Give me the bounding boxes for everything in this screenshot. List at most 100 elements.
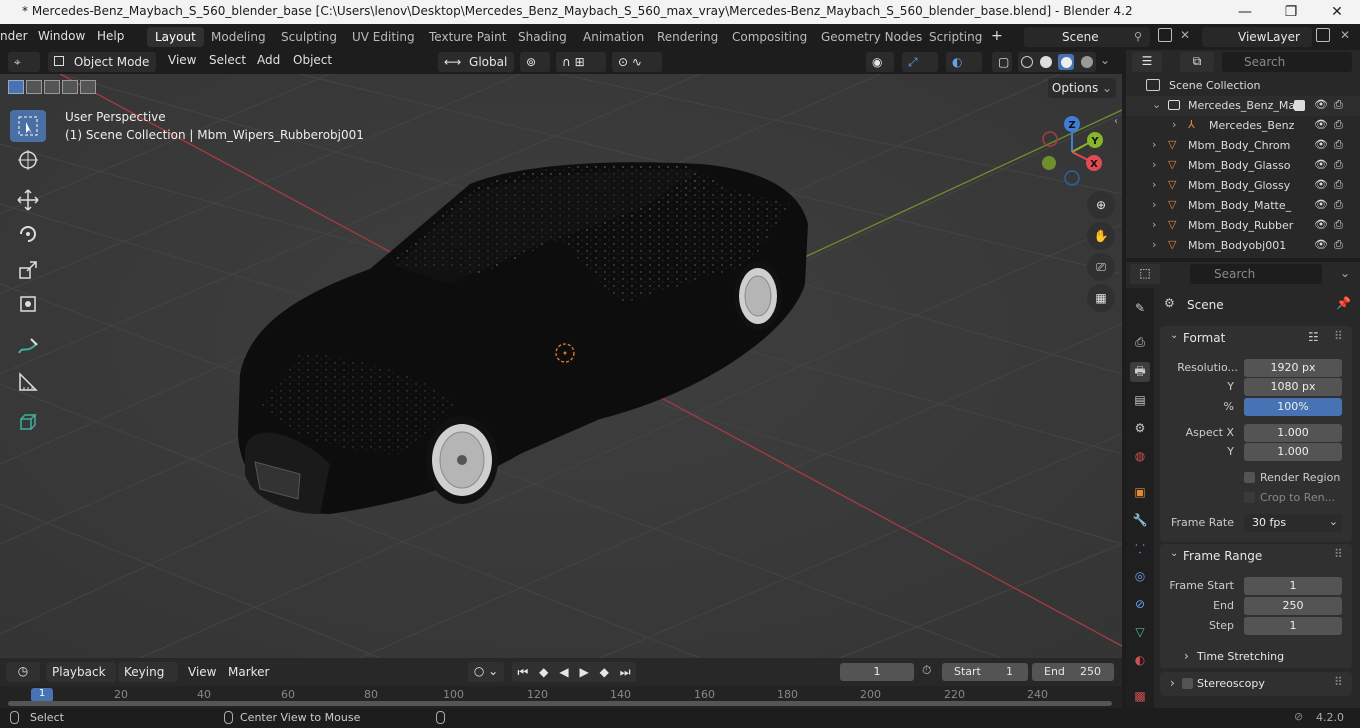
camera-icon[interactable]: ⎙ xyxy=(1334,218,1343,232)
outliner-row-mesh[interactable]: › ▽ Mbm_Body_Rubber 👁 ⎙ xyxy=(1126,216,1360,236)
transform-tool[interactable] xyxy=(10,288,46,320)
tab-animation[interactable]: Animation xyxy=(575,27,652,47)
stopwatch-icon[interactable]: ⏱ xyxy=(922,663,931,678)
tab-texture-paint[interactable]: Texture Paint xyxy=(421,27,514,47)
select-subtract-icon[interactable] xyxy=(44,80,60,94)
minimize-button[interactable]: — xyxy=(1222,0,1268,24)
end-frame-field[interactable]: End 250 xyxy=(1032,663,1114,681)
tab-sculpting[interactable]: Sculpting xyxy=(273,27,345,47)
snap-toggle[interactable]: ∩ ⊞ xyxy=(556,52,606,72)
remove-view-layer-icon[interactable]: ✕ xyxy=(1340,28,1350,42)
drag-handle-icon[interactable]: ⠿ xyxy=(1334,675,1343,689)
tab-modeling[interactable]: Modeling xyxy=(203,27,274,47)
ortho-toggle-button[interactable]: ▦ xyxy=(1087,284,1115,312)
editor-type-selector[interactable]: ⌖ xyxy=(8,52,40,72)
eye-icon[interactable]: 👁 xyxy=(1314,98,1328,111)
tab-modifiers[interactable]: 🔧 xyxy=(1130,510,1150,530)
camera-icon[interactable]: ⎙ xyxy=(1334,98,1343,112)
view-layer-selector[interactable]: ViewLayer xyxy=(1202,27,1312,47)
xray-toggle[interactable]: ▢ xyxy=(992,52,1012,72)
neg-z-axis-icon[interactable] xyxy=(1064,170,1080,186)
outliner-row-armature[interactable]: › ⅄ Mercedes_Benz 👁 ⎙ xyxy=(1126,116,1360,136)
outliner-row-scene-collection[interactable]: Scene Collection xyxy=(1126,76,1360,96)
close-button[interactable]: ✕ xyxy=(1314,0,1360,24)
menu-select[interactable]: Select xyxy=(209,53,246,67)
play-icon[interactable]: ▶ xyxy=(579,665,588,679)
select-extend-icon[interactable] xyxy=(26,80,42,94)
play-reverse-icon[interactable]: ◀ xyxy=(559,665,568,679)
tab-material[interactable]: ◐ xyxy=(1130,650,1150,670)
presets-icon[interactable]: ☷ xyxy=(1308,330,1319,344)
rotate-tool[interactable] xyxy=(10,218,46,250)
outliner-editor-type[interactable]: ☰ xyxy=(1132,52,1162,72)
camera-icon[interactable]: ⎙ xyxy=(1334,118,1343,132)
outliner-row-mesh[interactable]: › ▽ Mbm_Body_Glossy 👁 ⎙ xyxy=(1126,176,1360,196)
expand-icon[interactable]: › xyxy=(1152,138,1156,151)
camera-icon[interactable]: ⎙ xyxy=(1334,178,1343,192)
render-region-checkbox[interactable] xyxy=(1244,472,1255,483)
eye-icon[interactable]: 👁 xyxy=(1314,238,1328,251)
aspect-y-field[interactable]: 1.000 xyxy=(1244,443,1342,461)
annotate-tool[interactable] xyxy=(10,330,46,362)
outliner-row-mesh[interactable]: › ▽ Mbm_Body_Glasso 👁 ⎙ xyxy=(1126,156,1360,176)
outliner-search-input[interactable]: Search xyxy=(1222,52,1352,72)
sidebar-toggle-icon[interactable]: ‹ xyxy=(1114,116,1118,127)
auto-keying-toggle[interactable]: ○ ⌄ xyxy=(468,662,504,682)
eye-icon[interactable]: 👁 xyxy=(1314,198,1328,211)
eye-icon[interactable]: 👁 xyxy=(1314,178,1328,191)
menu-render[interactable]: nder xyxy=(0,29,28,43)
menu-window[interactable]: Window xyxy=(38,29,85,43)
zoom-button[interactable]: ⊕ xyxy=(1087,191,1115,219)
overlay-toggle[interactable]: ◐ xyxy=(946,52,982,72)
shading-options-icon[interactable]: ⌄ xyxy=(1100,53,1110,67)
tab-constraints[interactable]: ⊘ xyxy=(1130,594,1150,614)
3d-viewport[interactable]: User Perspective (1) Scene Collection | … xyxy=(0,74,1122,658)
solid-shading-icon[interactable] xyxy=(1039,56,1052,68)
display-mode-dropdown[interactable]: ⧉ xyxy=(1180,52,1214,72)
aspect-x-field[interactable]: 1.000 xyxy=(1244,424,1342,442)
tab-shading[interactable]: Shading xyxy=(510,27,575,47)
prev-keyframe-icon[interactable]: ◆ xyxy=(539,665,548,679)
scene-selector[interactable]: Scene xyxy=(1024,27,1150,47)
eye-icon[interactable]: 👁 xyxy=(1314,218,1328,231)
expand-icon[interactable]: › xyxy=(1152,158,1156,171)
maximize-button[interactable]: ❐ xyxy=(1268,0,1314,24)
wireframe-shading-icon[interactable] xyxy=(1021,56,1034,68)
drag-handle-icon[interactable]: ⠿ xyxy=(1334,547,1343,561)
add-workspace-button[interactable]: + xyxy=(991,28,1003,44)
pivot-point-dropdown[interactable]: ⊚ xyxy=(520,52,550,72)
timeline-view-menu[interactable]: View xyxy=(188,665,216,679)
collapse-icon[interactable]: ⌄ xyxy=(1152,98,1161,111)
resolution-y-field[interactable]: 1080 px xyxy=(1244,378,1342,396)
frame-end-field[interactable]: 250 xyxy=(1244,597,1342,615)
expand-icon[interactable]: › xyxy=(1152,218,1156,231)
eye-icon[interactable]: 👁 xyxy=(1314,158,1328,171)
properties-search-input[interactable]: Search xyxy=(1190,264,1322,284)
tab-rendering[interactable]: Rendering xyxy=(649,27,726,47)
frame-range-title[interactable]: Frame Range xyxy=(1183,549,1262,563)
chevron-down-icon[interactable]: ⌄ xyxy=(1170,548,1178,559)
scale-tool[interactable] xyxy=(10,254,46,286)
neg-x-axis-icon[interactable] xyxy=(1042,131,1058,147)
gizmo-toggle[interactable]: ⤢ xyxy=(902,52,938,72)
drag-handle-icon[interactable]: ⠿ xyxy=(1334,329,1343,343)
tab-compositing[interactable]: Compositing xyxy=(724,27,815,47)
camera-view-button[interactable]: ⎚ xyxy=(1087,253,1115,281)
timeline-editor-type[interactable]: ◷ xyxy=(6,662,40,682)
tab-geometry-nodes[interactable]: Geometry Nodes xyxy=(813,27,930,47)
jump-end-icon[interactable]: ⏭ xyxy=(620,665,631,680)
eye-icon[interactable]: 👁 xyxy=(1314,118,1328,131)
cursor-tool[interactable] xyxy=(10,144,46,176)
outliner-row-mesh[interactable]: › ▽ Mbm_Body_Matte_ 👁 ⎙ xyxy=(1126,196,1360,216)
transform-orientation-dropdown[interactable]: ⟷ Global xyxy=(438,52,514,72)
tab-object[interactable]: ▣ xyxy=(1130,482,1150,502)
playhead[interactable]: 1 xyxy=(31,688,53,702)
resolution-percent-field[interactable]: 100% xyxy=(1244,398,1342,416)
expand-icon[interactable]: › xyxy=(1152,238,1156,251)
options-button[interactable]: Options ⌄ xyxy=(1048,78,1116,98)
pin-icon[interactable]: ⚲ xyxy=(1134,30,1142,43)
keying-menu[interactable]: Keying ⌄ xyxy=(118,662,178,693)
chevron-down-icon[interactable]: ⌄ xyxy=(1170,330,1178,341)
rendered-shading-icon[interactable] xyxy=(1080,56,1093,68)
remove-scene-icon[interactable]: ✕ xyxy=(1180,28,1190,42)
